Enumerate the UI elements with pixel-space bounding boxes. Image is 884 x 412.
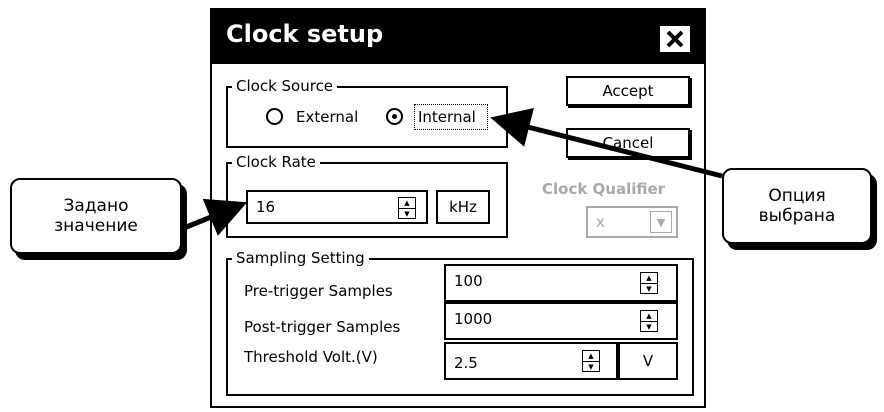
arrow-to-clock-rate	[183, 198, 248, 236]
callout-arrows	[183, 107, 723, 236]
arrow-to-internal-option	[490, 107, 723, 179]
